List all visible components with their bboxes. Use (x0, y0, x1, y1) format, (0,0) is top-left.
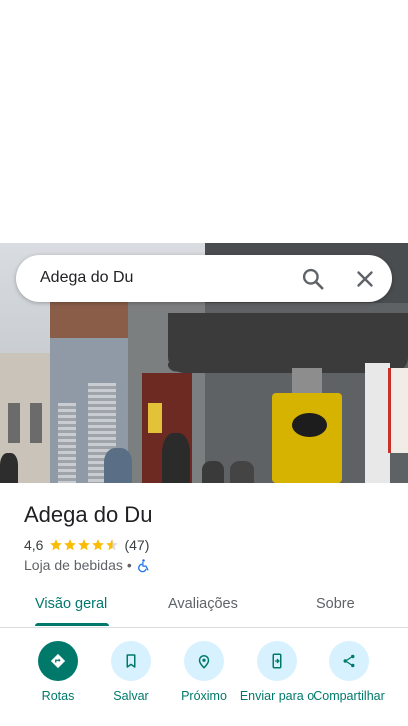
star-half-icon (106, 539, 119, 551)
save-label: Salvar (113, 689, 149, 703)
photo-person (202, 461, 224, 483)
star-icon (50, 539, 63, 551)
photo-person (162, 433, 190, 483)
action-buttons: Rotas Salvar Próximo Enviar para o Compa… (0, 641, 408, 726)
star-icon (92, 539, 105, 551)
rating-value: 4,6 (24, 537, 44, 553)
send-to-phone-button[interactable]: Enviar para o (237, 641, 317, 703)
place-title: Adega do Du (24, 502, 153, 527)
close-icon[interactable] (352, 266, 378, 292)
star-icon (64, 539, 77, 551)
star-icon (78, 539, 91, 551)
tab-about[interactable]: Sobre (316, 596, 355, 612)
send-to-phone-icon (272, 653, 282, 669)
directions-icon (50, 653, 66, 669)
photo-yellow-fridge (272, 393, 342, 483)
directions-label: Rotas (41, 689, 75, 703)
active-tab-indicator (35, 623, 109, 626)
bookmark-icon (126, 654, 136, 668)
share-label: Compartilhar (313, 689, 385, 703)
nearby-label: Próximo (181, 689, 227, 703)
tab-reviews[interactable]: Avaliações (168, 596, 238, 612)
category-row: Loja de bebidas • (24, 556, 151, 574)
directions-button[interactable]: Rotas (18, 641, 98, 703)
share-button[interactable]: Compartilhar (309, 641, 389, 703)
save-button[interactable]: Salvar (91, 641, 171, 703)
send-to-phone-label: Enviar para o (239, 689, 315, 703)
wheelchair-accessible-icon (137, 558, 149, 572)
photo-person (230, 461, 254, 483)
separator-dot: • (126, 557, 132, 573)
tab-overview[interactable]: Visão geral (35, 596, 107, 612)
search-input[interactable]: Adega do Du (40, 269, 133, 287)
photo-fridge-top (292, 368, 322, 393)
place-info-panel: Adega do Du 4,6 (47) Loja de bebidas • V… (0, 483, 408, 726)
photo-yellow-sign (148, 403, 162, 433)
photo-red-sign (388, 368, 408, 453)
place-category: Loja de bebidas (24, 557, 123, 573)
nearby-button[interactable]: Próximo (164, 641, 244, 703)
photo-person (104, 448, 132, 483)
map-blank-area (0, 0, 408, 243)
search-icon[interactable] (300, 266, 326, 292)
search-bar[interactable]: Adega do Du (16, 255, 392, 302)
rating-row[interactable]: 4,6 (47) (24, 536, 149, 554)
photo-person (0, 453, 18, 483)
nearby-icon (198, 655, 210, 669)
photo-awning-edge (168, 363, 368, 379)
review-count: (47) (124, 537, 150, 553)
photo-white-wall (365, 363, 390, 483)
share-icon (343, 654, 355, 668)
tab-bar: Visão geral Avaliações Sobre (0, 583, 408, 628)
rating-stars (49, 538, 119, 552)
